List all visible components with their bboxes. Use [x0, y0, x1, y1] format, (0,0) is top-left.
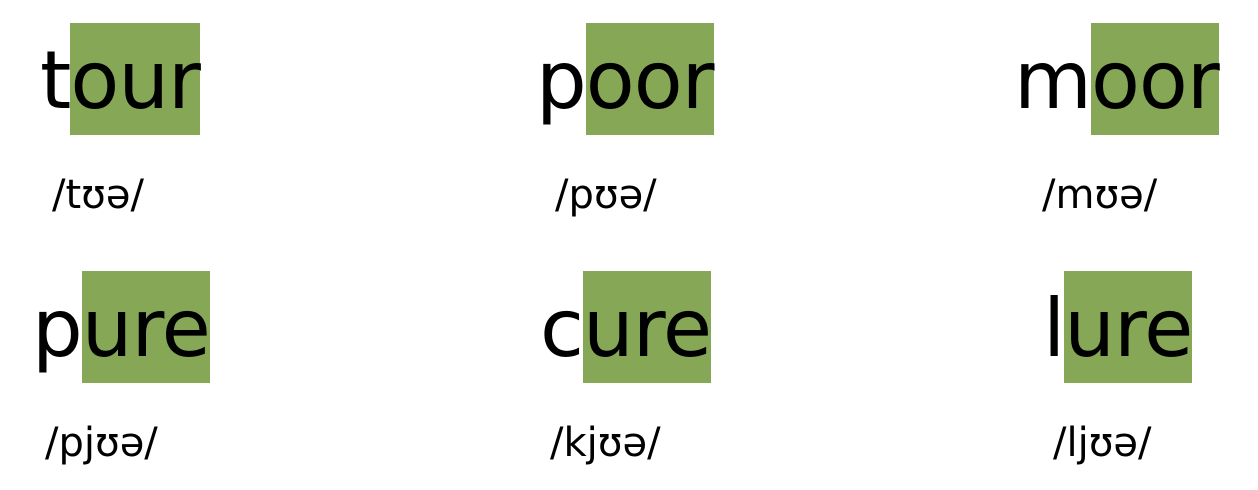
- highlighted-vowel-sound: oor: [585, 23, 715, 135]
- phonetic-transcription: /tʊə/: [52, 172, 144, 218]
- highlighted-vowel-sound: oor: [1090, 23, 1220, 135]
- highlighted-vowel-sound: our: [70, 23, 201, 135]
- word-prefix: l: [1043, 282, 1065, 375]
- word-prefix: t: [40, 34, 71, 127]
- word-lure: lure: [1043, 271, 1193, 383]
- phonetic-transcription: /kjʊə/: [550, 420, 661, 466]
- highlighted-vowel-sound: ure: [1064, 271, 1193, 383]
- phonetic-transcription: /ljʊə/: [1053, 420, 1152, 466]
- word-prefix: p: [536, 34, 587, 127]
- word-moor: moor: [1014, 23, 1220, 135]
- word-prefix: p: [32, 282, 83, 375]
- word-cure: cure: [540, 271, 712, 383]
- word-prefix: m: [1014, 34, 1092, 127]
- highlighted-vowel-sound: ure: [582, 271, 712, 383]
- phonetic-transcription: /mʊə/: [1042, 172, 1158, 218]
- word-tour: tour: [40, 23, 201, 135]
- phonetic-transcription: /pjʊə/: [45, 420, 158, 466]
- highlighted-vowel-sound: ure: [81, 271, 211, 383]
- word-pure: pure: [32, 271, 211, 383]
- phonetic-transcription: /pʊə/: [555, 172, 657, 218]
- word-prefix: c: [540, 282, 584, 375]
- word-poor: poor: [536, 23, 715, 135]
